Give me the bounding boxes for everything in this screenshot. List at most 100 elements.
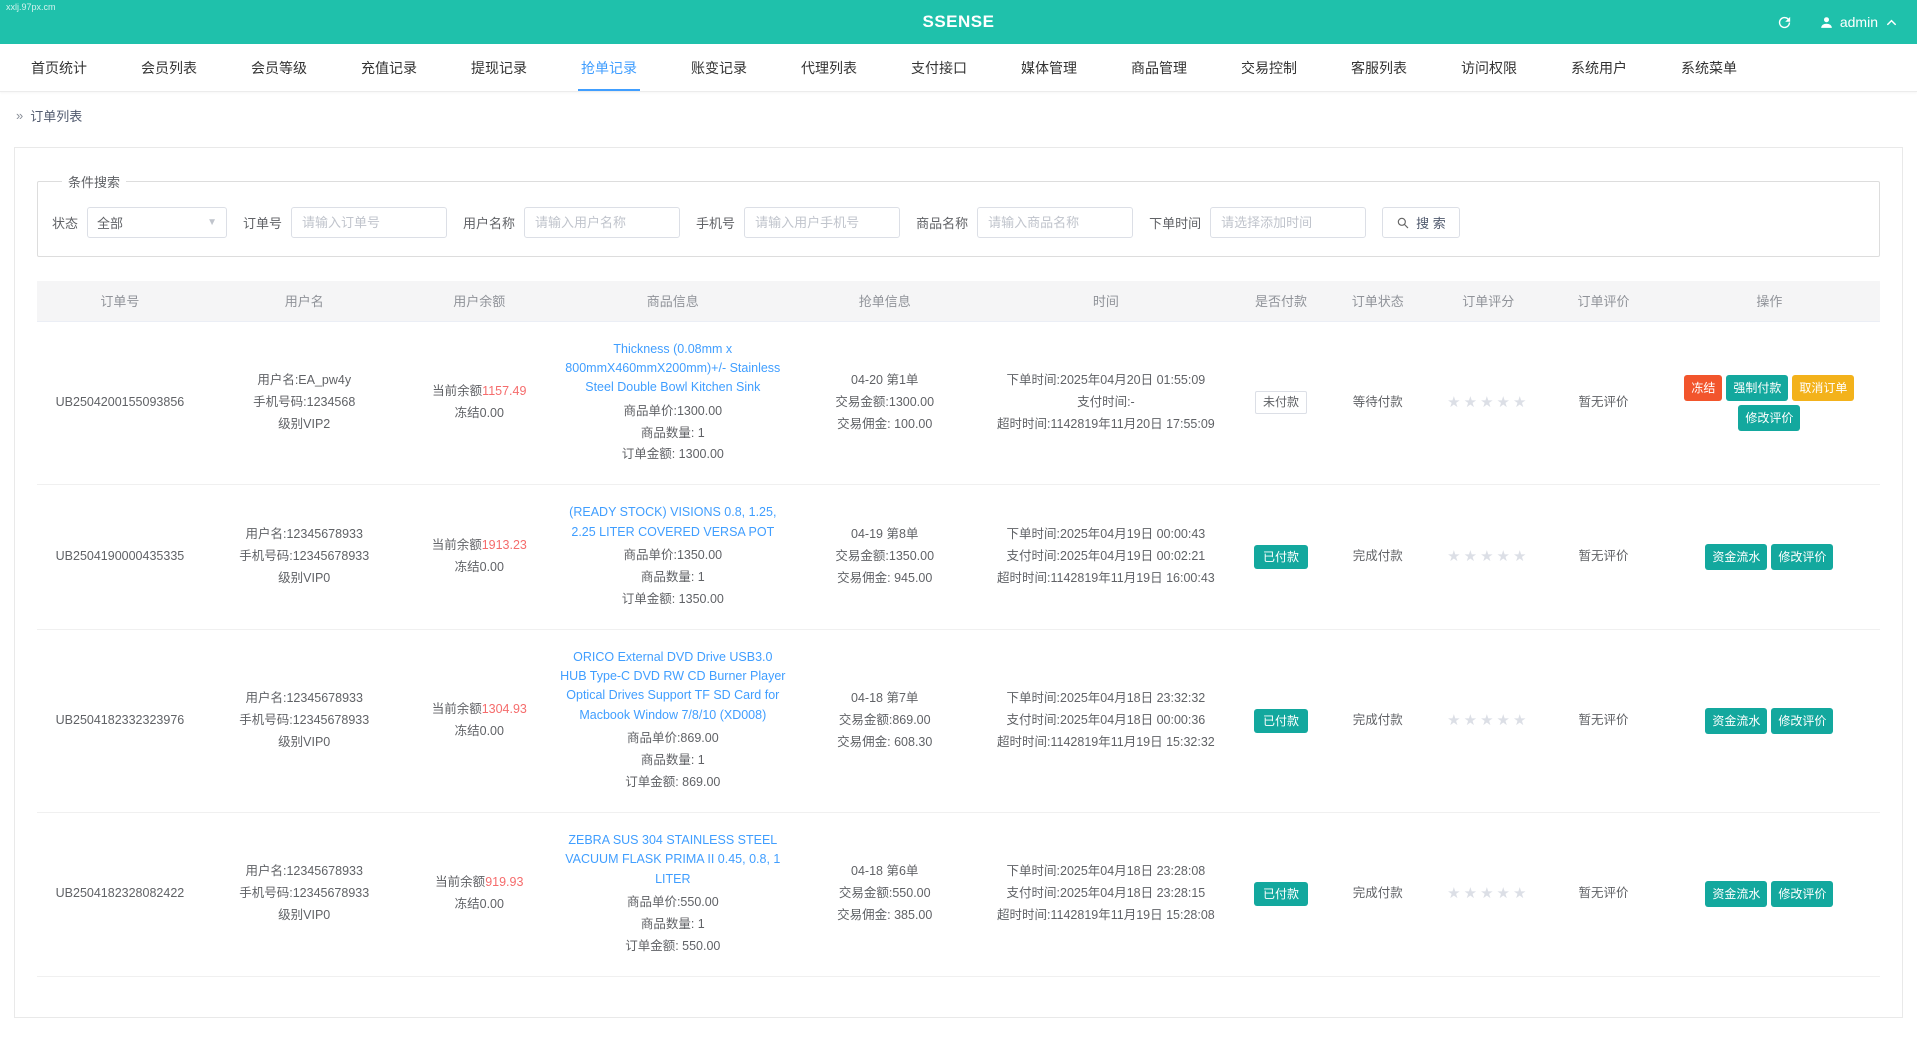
status-cell: 完成付款 xyxy=(1327,629,1429,813)
rating-cell: ★★★★★ xyxy=(1428,812,1549,977)
user-menu[interactable]: admin xyxy=(1819,14,1899,30)
product-link[interactable]: (READY STOCK) VISIONS 0.8, 1.25, 2.25 LI… xyxy=(559,503,787,542)
time-cell: 下单时间:2025年04月18日 23:28:08 支付时间:2025年04月1… xyxy=(976,812,1235,977)
fund-flow-button[interactable]: 资金流水 xyxy=(1705,881,1768,908)
fund-flow-button[interactable]: 资金流水 xyxy=(1705,543,1768,570)
order-amount: 订单金额: 1350.00 xyxy=(621,591,724,606)
fund-flow-button[interactable]: 资金流水 xyxy=(1705,707,1768,734)
user-name-input[interactable] xyxy=(524,207,681,238)
product-qty: 商品数量: 1 xyxy=(640,753,705,767)
review-cell: 暂无评价 xyxy=(1548,484,1659,630)
order-time-input[interactable] xyxy=(1210,207,1367,238)
grab-commission: 交易佣金: 608.30 xyxy=(837,734,933,749)
breadcrumb-arrow-icon: » xyxy=(16,108,24,123)
user-phone-line: 手机号码:12345678933 xyxy=(239,549,370,563)
product-link[interactable]: ORICO External DVD Drive USB3.0 HUB Type… xyxy=(559,648,787,726)
user-cell: 用户名:12345678933 手机号码:12345678933 级别VIP0 xyxy=(202,812,406,977)
star-rating: ★★★★★ xyxy=(1447,393,1530,411)
app-title: SSENSE xyxy=(922,12,995,31)
tab-home-stats[interactable]: 首页统计 xyxy=(4,44,114,91)
tab-balance-change-records[interactable]: 账变记录 xyxy=(664,44,774,91)
user-level-line: 级别VIP0 xyxy=(278,570,331,585)
col-grab-info: 抢单信息 xyxy=(792,281,977,322)
actions-cell: 资金流水 修改评价 xyxy=(1658,812,1880,977)
edit-review-button[interactable]: 修改评价 xyxy=(1771,707,1834,734)
product-qty: 商品数量: 1 xyxy=(640,916,705,931)
grab-amount: 交易金额:1300.00 xyxy=(835,394,935,409)
table-row: UB2504190000435335 用户名:12345678933 手机号码:… xyxy=(37,484,1880,630)
balance-cell: 当前余额1157.49 冻结0.00 xyxy=(405,321,554,486)
user-phone-line: 手机号码:12345678933 xyxy=(239,712,370,727)
person-icon xyxy=(1819,15,1834,30)
balance-cell: 当前余额1304.93 冻结0.00 xyxy=(405,629,554,813)
status-select[interactable]: 全部 ▼ xyxy=(87,207,228,238)
product-link[interactable]: ZEBRA SUS 304 STAINLESS STEEL VACUUM FLA… xyxy=(559,831,787,889)
search-button-label: 搜 索 xyxy=(1416,216,1446,231)
grab-amount: 交易金额:1350.00 xyxy=(835,549,935,563)
tab-system-menu[interactable]: 系统菜单 xyxy=(1654,44,1764,91)
product-price: 商品单价:1350.00 xyxy=(623,548,723,562)
balance-cell: 当前余额919.93 冻结0.00 xyxy=(405,812,554,977)
tab-member-level[interactable]: 会员等级 xyxy=(224,44,334,91)
timeout-time: 超时时间:1142819年11月19日 16:00:43 xyxy=(997,570,1215,585)
force-pay-button[interactable]: 强制付款 xyxy=(1726,374,1789,401)
table-row: UB2504182328082422 用户名:12345678933 手机号码:… xyxy=(37,812,1880,977)
paid-status-badge: 已付款 xyxy=(1253,708,1308,733)
tab-agent-list[interactable]: 代理列表 xyxy=(774,44,884,91)
product-qty: 商品数量: 1 xyxy=(640,425,705,440)
col-review: 订单评价 xyxy=(1548,281,1659,322)
edit-review-button[interactable]: 修改评价 xyxy=(1771,543,1834,570)
order-no-cell: UB2504182328082422 xyxy=(37,812,203,977)
tab-trade-control[interactable]: 交易控制 xyxy=(1214,44,1324,91)
tab-withdraw-records[interactable]: 提现记录 xyxy=(444,44,554,91)
col-order-no: 订单号 xyxy=(37,281,203,322)
product-name-label: 商品名称 xyxy=(916,216,969,231)
grab-seq: 04-19 第8单 xyxy=(851,527,919,542)
status-label: 状态 xyxy=(52,216,79,231)
user-name-line: 用户名:12345678933 xyxy=(245,690,363,705)
refresh-button[interactable] xyxy=(1776,14,1793,31)
tab-grab-order-records[interactable]: 抢单记录 xyxy=(554,44,664,91)
paid-status-badge: 已付款 xyxy=(1253,544,1308,569)
product-cell: ORICO External DVD Drive USB3.0 HUB Type… xyxy=(553,629,793,813)
edit-review-button[interactable]: 修改评价 xyxy=(1738,404,1801,431)
tab-member-list[interactable]: 会员列表 xyxy=(114,44,224,91)
tab-system-users[interactable]: 系统用户 xyxy=(1544,44,1654,91)
order-no-cell: UB2504200155093856 xyxy=(37,321,203,486)
user-name-label: 用户名称 xyxy=(463,216,516,231)
edit-review-button[interactable]: 修改评价 xyxy=(1771,881,1834,908)
search-button[interactable]: 搜 索 xyxy=(1382,207,1460,238)
product-name-input[interactable] xyxy=(977,207,1134,238)
header-actions: admin xyxy=(1776,0,1899,44)
order-time: 下单时间:2025年04月18日 23:28:08 xyxy=(1006,864,1206,879)
product-name-filter-group: 商品名称 xyxy=(916,207,1134,238)
product-link[interactable]: Thickness (0.08mm x 800mmX460mmX200mm)+/… xyxy=(559,340,787,398)
user-name-line: 用户名:12345678933 xyxy=(245,527,363,542)
order-no-input[interactable] xyxy=(291,207,448,238)
content-panel: 条件搜索 状态 全部 ▼ 订单号 用户名称 手机号 xyxy=(14,147,1903,1018)
tab-media-management[interactable]: 媒体管理 xyxy=(994,44,1104,91)
actions-cell: 资金流水 修改评价 xyxy=(1658,629,1880,813)
tab-recharge-records[interactable]: 充值记录 xyxy=(334,44,444,91)
col-product: 商品信息 xyxy=(553,281,793,322)
balance-cell: 当前余额1913.23 冻结0.00 xyxy=(405,484,554,630)
product-qty: 商品数量: 1 xyxy=(640,569,705,584)
tab-access-rights[interactable]: 访问权限 xyxy=(1434,44,1544,91)
tab-product-management[interactable]: 商品管理 xyxy=(1104,44,1214,91)
order-no-cell: UB2504190000435335 xyxy=(37,484,203,630)
cancel-order-button[interactable]: 取消订单 xyxy=(1792,374,1855,401)
username-label: admin xyxy=(1839,14,1878,30)
grab-amount: 交易金额:869.00 xyxy=(838,712,931,727)
phone-input[interactable] xyxy=(744,207,901,238)
tab-payment-api[interactable]: 支付接口 xyxy=(884,44,994,91)
pay-time: 支付时间:2025年04月18日 23:28:15 xyxy=(1006,886,1206,901)
product-price: 商品单价:550.00 xyxy=(626,894,719,909)
user-name-line: 用户名:EA_pw4y xyxy=(257,373,352,388)
col-time: 时间 xyxy=(976,281,1235,322)
product-price: 商品单价:869.00 xyxy=(626,731,719,746)
balance-prefix: 当前余额 xyxy=(432,384,483,398)
freeze-button[interactable]: 冻结 xyxy=(1684,374,1723,401)
table-row: UB2504200155093856 用户名:EA_pw4y 手机号码:1234… xyxy=(37,321,1880,486)
tab-service-list[interactable]: 客服列表 xyxy=(1324,44,1434,91)
order-time: 下单时间:2025年04月18日 23:32:32 xyxy=(1006,690,1206,705)
